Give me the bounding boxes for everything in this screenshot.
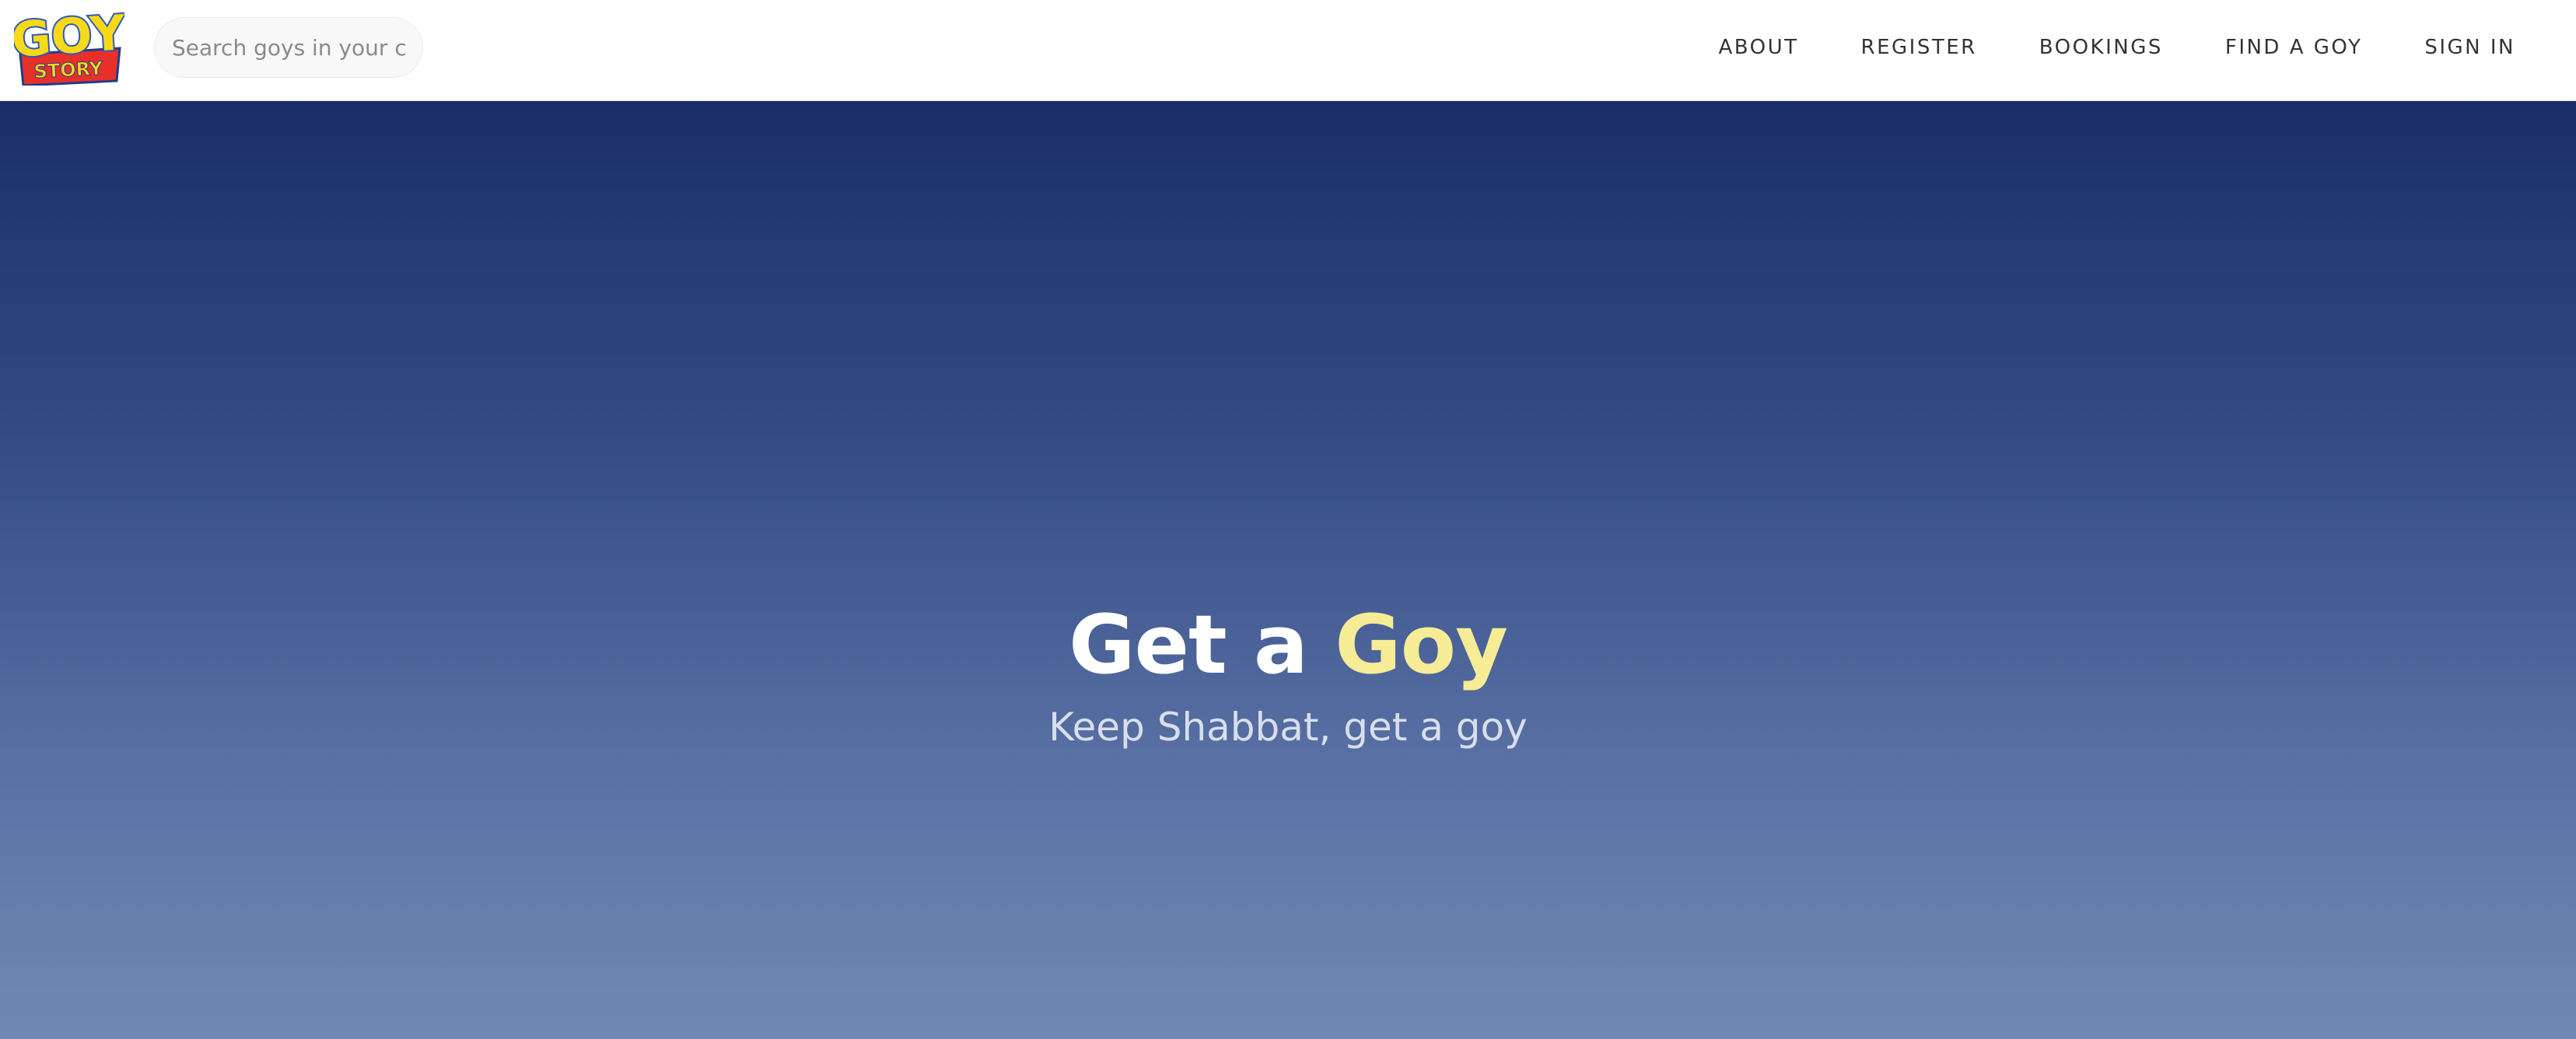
search-input[interactable]	[154, 17, 423, 78]
svg-text:GOY: GOY	[14, 6, 124, 68]
nav-find-a-goy-link[interactable]: FIND A GOY	[2225, 36, 2362, 59]
goy-story-logo[interactable]: STORY GOY	[14, 6, 124, 86]
nav-about-link[interactable]: ABOUT	[1718, 36, 1798, 59]
nav-sign-in-link[interactable]: SIGN IN	[2424, 36, 2515, 59]
hero-subtitle: Keep Shabbat, get a goy	[1048, 705, 1528, 750]
top-navbar: STORY GOY ABOUT REGISTER BOOKINGS FIND A…	[0, 0, 2576, 101]
hero-section	[0, 101, 2576, 1039]
hero-title-prefix: Get a	[1069, 597, 1335, 692]
main-nav: ABOUT REGISTER BOOKINGS FIND A GOY SIGN …	[1656, 0, 2515, 95]
hero-title: Get a Goy	[0, 597, 2576, 692]
nav-bookings-link[interactable]: BOOKINGS	[2039, 36, 2163, 59]
hero-title-accent: Goy	[1335, 597, 1508, 692]
nav-register-link[interactable]: REGISTER	[1861, 36, 1977, 59]
